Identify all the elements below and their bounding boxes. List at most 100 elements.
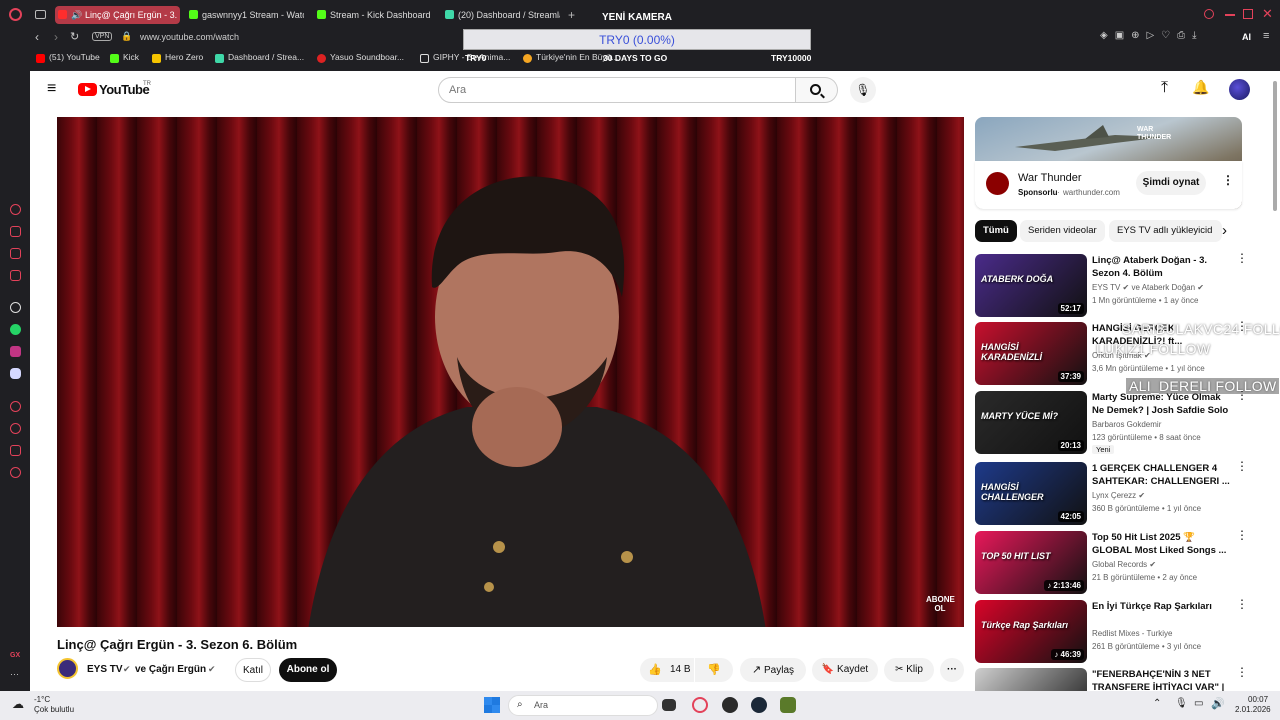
chip-uploader[interactable]: EYS TV adlı yükleyicid <box>1109 220 1222 242</box>
join-button[interactable]: Katıl <box>235 658 271 682</box>
whatsapp-icon[interactable] <box>10 324 21 335</box>
ad-play-button[interactable]: Şimdi oynat <box>1136 171 1206 195</box>
microphone-icon[interactable]: 🎙 <box>850 77 876 103</box>
chip-all[interactable]: Tümü <box>975 220 1017 242</box>
more-icon[interactable]: ··· <box>10 669 19 679</box>
more-options-icon[interactable]: ⋮ <box>1236 529 1248 541</box>
subscribe-watermark[interactable]: ABONE OL <box>926 595 955 613</box>
clock-time[interactable]: 00:07 <box>1248 695 1268 704</box>
more-actions-button[interactable]: ··· <box>940 658 964 682</box>
tray-chevron-icon[interactable]: ⌃ <box>1153 698 1161 709</box>
search-button[interactable] <box>796 77 838 103</box>
minimize-icon[interactable] <box>1225 14 1235 16</box>
maximize-icon[interactable] <box>1243 9 1253 19</box>
recommendation-channel[interactable]: Barbaros Gokdemir <box>1092 420 1161 429</box>
chips-next-icon[interactable]: › <box>1222 222 1227 239</box>
page-scrollbar[interactable] <box>1273 81 1277 211</box>
recommendation-card[interactable]: HANGİSİ CHALLENGER 42:05 1 GERÇEK CHALLENG… <box>975 460 1275 525</box>
more-options-icon[interactable]: ⋮ <box>1236 252 1248 264</box>
player-icon[interactable] <box>10 401 21 412</box>
gx-icon[interactable]: GX <box>10 652 20 659</box>
bookmark-dashboard[interactable]: Dashboard / Strea... <box>215 52 304 63</box>
recommendation-title[interactable]: Linç@ Ataberk Doğan - 3. Sezon 4. Bölüm <box>1092 255 1232 280</box>
hamburger-menu-icon[interactable]: ≡ <box>47 80 56 98</box>
share-button[interactable]: ↗ Paylaş <box>740 658 806 682</box>
like-button[interactable]: 👍 14 B <box>640 658 694 682</box>
more-options-icon[interactable]: ⋮ <box>1236 460 1248 472</box>
bookmark-yasuo[interactable]: Yasuo Soundboar... <box>317 52 404 63</box>
notifications-bell-icon[interactable]: 🔔 <box>1192 79 1209 96</box>
recommendation-card[interactable]: MARTY YÜCE Mİ? 20:13 Marty Supreme: Yüce O… <box>975 389 1275 454</box>
crypto-wallet-icon[interactable] <box>10 226 21 237</box>
bookmark-youtube[interactable]: (51) YouTube <box>36 52 100 63</box>
avatar[interactable] <box>1229 79 1250 100</box>
steam-icon[interactable] <box>751 697 767 713</box>
video-thumbnail[interactable]: Türkçe Rap Şarkıları ♪ 46:39 <box>975 600 1087 663</box>
obs-icon[interactable] <box>722 697 738 713</box>
recommendation-title[interactable]: En İyi Türkçe Rap Şarkıları <box>1092 601 1232 614</box>
video-thumbnail[interactable]: HANGİSİ CHALLENGER 42:05 <box>975 462 1087 525</box>
recommendation-title[interactable]: Top 50 Hit List 2025 🏆 GLOBAL Most Liked… <box>1092 532 1232 557</box>
address-bar[interactable]: www.youtube.com/watch <box>140 32 239 42</box>
start-button-icon[interactable] <box>484 697 500 713</box>
chatgpt-icon[interactable] <box>10 302 21 313</box>
recommendation-channel[interactable]: Global Records ✔ <box>1092 560 1156 569</box>
more-options-icon[interactable]: ⋮ <box>1236 598 1248 610</box>
video-thumbnail[interactable]: TOP 50 HIT LIST ♪ 2:13:46 <box>975 531 1087 594</box>
close-icon[interactable]: ✕ <box>1262 6 1273 22</box>
extensions-icon[interactable] <box>10 445 21 456</box>
clip-button[interactable]: ✂ Klip <box>884 658 934 682</box>
recommendation-title[interactable]: 1 GERÇEK CHALLENGER 4 SAHTEKAR: CHALLENG… <box>1092 463 1232 488</box>
menu-icon[interactable]: ≡ <box>1263 30 1269 42</box>
recommendation-card[interactable]: ATABERK DOĞA 52:17 Linç@ Ataberk Doğan - 3… <box>975 252 1275 317</box>
recommendation-card[interactable]: Türkçe Rap Şarkıları ♪ 46:39 En İyi Türkçe… <box>975 598 1275 663</box>
channel-name[interactable]: EYS TV <box>87 664 123 675</box>
video-thumbnail[interactable] <box>975 668 1087 691</box>
tab-kick-watch[interactable]: gaswnnyy1 Stream - Watc <box>186 6 304 24</box>
save-button[interactable]: 🔖 Kaydet <box>812 658 878 682</box>
subscribe-button[interactable]: Abone ol <box>279 658 337 682</box>
recommendation-title[interactable]: Marty Supreme: Yüce Olmak Ne Demek? | Jo… <box>1092 392 1232 417</box>
recommendation-channel[interactable]: Lynx Çerezz ✔ <box>1092 491 1145 500</box>
weather-icon[interactable]: ☁ <box>12 697 24 711</box>
file-explorer-icon[interactable] <box>662 699 676 711</box>
ai-button[interactable]: AI <box>1242 32 1251 42</box>
recommendation-card[interactable]: "FENERBAHÇE'NİN 3 NET TRANSFERE İHTİYACI… <box>975 666 1275 691</box>
chip-series[interactable]: Seriden videolar <box>1020 220 1105 242</box>
bookmark-kick[interactable]: Kick <box>110 52 139 63</box>
network-icon[interactable]: ▭ <box>1194 698 1203 709</box>
pinboard-icon[interactable] <box>10 248 21 259</box>
weather-temp[interactable]: -1°C <box>34 695 50 704</box>
speaker-icon[interactable]: 🔊 <box>71 6 82 24</box>
search-tabs-icon[interactable] <box>1204 9 1214 19</box>
forward-icon[interactable]: › <box>54 30 58 44</box>
back-icon[interactable]: ‹ <box>35 30 39 44</box>
messenger-icon[interactable] <box>10 270 21 281</box>
more-options-icon[interactable]: ⋮ <box>1236 666 1248 678</box>
history-icon[interactable] <box>10 423 21 434</box>
video-player[interactable]: ABONE OL <box>57 117 964 627</box>
clock-date[interactable]: 2.01.2026 <box>1235 705 1271 714</box>
tab-kick-dashboard[interactable]: Stream - Kick Dashboard <box>314 6 436 24</box>
ad-more-icon[interactable]: ⋮ <box>1222 173 1234 187</box>
upload-icon[interactable]: ⤒ <box>1161 79 1168 97</box>
reload-icon[interactable]: ↻ <box>70 30 79 43</box>
microphone-tray-icon[interactable]: 🎙 <box>1175 698 1188 709</box>
bookmark-hero-zero[interactable]: Hero Zero <box>152 52 203 63</box>
opera-gx-icon[interactable] <box>692 697 708 713</box>
dislike-button[interactable]: 👎 <box>695 658 733 682</box>
volume-icon[interactable]: 🔊 <box>1211 697 1225 710</box>
recommendation-title[interactable]: "FENERBAHÇE'NİN 3 NET TRANSFERE İHTİYACI… <box>1092 669 1232 691</box>
discord-icon[interactable] <box>10 368 21 379</box>
opera-logo-icon[interactable] <box>9 8 22 21</box>
extension-icons[interactable]: ◈▣⊕▷♡⎙⤓ <box>1100 30 1204 41</box>
channel-collab[interactable]: ve Çağrı Ergün <box>135 664 206 675</box>
video-thumbnail[interactable]: MARTY YÜCE Mİ? 20:13 <box>975 391 1087 454</box>
search-input[interactable]: Ara <box>438 77 796 103</box>
settings-icon[interactable] <box>10 467 21 478</box>
ad-card[interactable]: War Thunder Sponsorlu · warthunder.com Ş… <box>975 161 1242 209</box>
tab-youtube[interactable]: 🔊 Linç@ Çağrı Ergün - 3. <box>55 6 180 24</box>
taskbar-search[interactable]: ⌕ Ara <box>508 695 658 716</box>
recommendation-channel[interactable]: EYS TV ✔ ve Ataberk Doğan ✔ <box>1092 283 1204 292</box>
game-app-icon[interactable] <box>780 697 796 713</box>
